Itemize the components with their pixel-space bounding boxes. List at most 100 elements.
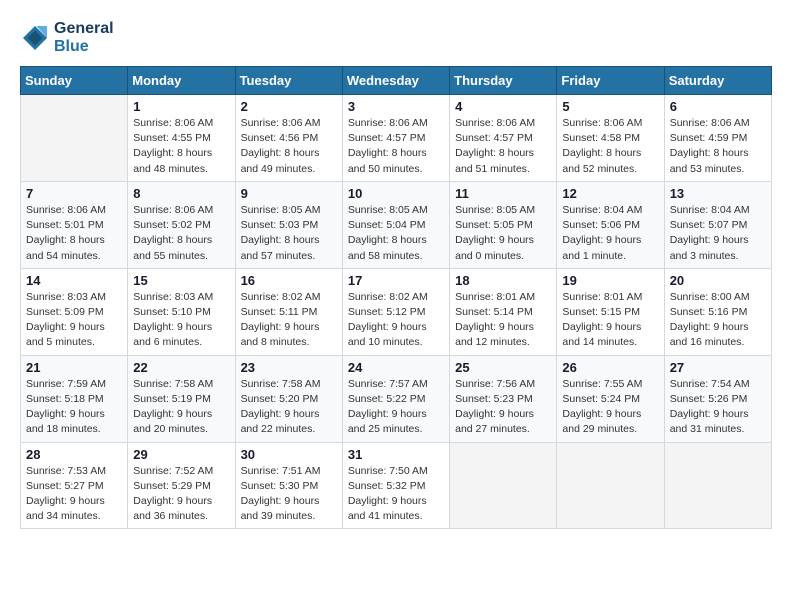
day-info: Sunrise: 8:03 AM Sunset: 5:09 PM Dayligh… <box>26 290 122 351</box>
day-info: Sunrise: 8:06 AM Sunset: 4:56 PM Dayligh… <box>241 116 337 177</box>
day-number: 2 <box>241 99 337 114</box>
day-number: 1 <box>133 99 229 114</box>
calendar-cell: 23 Sunrise: 7:58 AM Sunset: 5:20 PM Dayli… <box>235 355 342 442</box>
day-info: Sunrise: 8:01 AM Sunset: 5:14 PM Dayligh… <box>455 290 551 351</box>
calendar-cell: 27 Sunrise: 7:54 AM Sunset: 5:26 PM Dayli… <box>664 355 771 442</box>
calendar-cell: 30 Sunrise: 7:51 AM Sunset: 5:30 PM Dayli… <box>235 442 342 529</box>
day-number: 25 <box>455 360 551 375</box>
calendar-cell: 25Sunrise: 7:56 AM Sunset: 5:23 PM Dayli… <box>450 355 557 442</box>
day-number: 20 <box>670 273 766 288</box>
day-header-friday: Friday <box>557 67 664 95</box>
day-info: Sunrise: 8:02 AM Sunset: 5:11 PM Dayligh… <box>241 290 337 351</box>
day-number: 17 <box>348 273 444 288</box>
day-number: 16 <box>241 273 337 288</box>
day-number: 23 <box>241 360 337 375</box>
page-header: General Blue <box>20 20 772 56</box>
day-info: Sunrise: 7:50 AM Sunset: 5:32 PM Dayligh… <box>348 464 444 525</box>
day-number: 29 <box>133 447 229 462</box>
day-info: Sunrise: 7:57 AM Sunset: 5:22 PM Dayligh… <box>348 377 444 438</box>
calendar-cell: 6 Sunrise: 8:06 AM Sunset: 4:59 PM Daylig… <box>664 95 771 182</box>
calendar-week-5: 28Sunrise: 7:53 AM Sunset: 5:27 PM Dayli… <box>21 442 772 529</box>
day-header-saturday: Saturday <box>664 67 771 95</box>
calendar-week-3: 14Sunrise: 8:03 AM Sunset: 5:09 PM Dayli… <box>21 268 772 355</box>
calendar-cell: 11 Sunrise: 8:05 AM Sunset: 5:05 PM Dayli… <box>450 181 557 268</box>
day-number: 13 <box>670 186 766 201</box>
calendar-cell: 2 Sunrise: 8:06 AM Sunset: 4:56 PM Daylig… <box>235 95 342 182</box>
day-number: 28 <box>26 447 122 462</box>
calendar-cell: 7 Sunrise: 8:06 AM Sunset: 5:01 PM Daylig… <box>21 181 128 268</box>
day-number: 21 <box>26 360 122 375</box>
calendar-cell <box>557 442 664 529</box>
calendar-body: 1 Sunrise: 8:06 AM Sunset: 4:55 PM Daylig… <box>21 95 772 529</box>
day-info: Sunrise: 8:06 AM Sunset: 4:57 PM Dayligh… <box>348 116 444 177</box>
day-header-sunday: Sunday <box>21 67 128 95</box>
day-info: Sunrise: 8:06 AM Sunset: 5:02 PM Dayligh… <box>133 203 229 264</box>
day-info: Sunrise: 7:58 AM Sunset: 5:19 PM Dayligh… <box>133 377 229 438</box>
day-info: Sunrise: 7:52 AM Sunset: 5:29 PM Dayligh… <box>133 464 229 525</box>
calendar-cell: 3 Sunrise: 8:06 AM Sunset: 4:57 PM Daylig… <box>342 95 449 182</box>
calendar-cell <box>450 442 557 529</box>
calendar-cell: 12Sunrise: 8:04 AM Sunset: 5:06 PM Dayli… <box>557 181 664 268</box>
day-number: 10 <box>348 186 444 201</box>
calendar-cell: 17 Sunrise: 8:02 AM Sunset: 5:12 PM Dayli… <box>342 268 449 355</box>
calendar-week-1: 1 Sunrise: 8:06 AM Sunset: 4:55 PM Daylig… <box>21 95 772 182</box>
calendar-cell: 16 Sunrise: 8:02 AM Sunset: 5:11 PM Dayli… <box>235 268 342 355</box>
calendar-cell <box>664 442 771 529</box>
day-info: Sunrise: 8:05 AM Sunset: 5:04 PM Dayligh… <box>348 203 444 264</box>
day-header-thursday: Thursday <box>450 67 557 95</box>
logo-text: General Blue <box>54 20 114 56</box>
day-number: 19 <box>562 273 658 288</box>
day-number: 9 <box>241 186 337 201</box>
day-info: Sunrise: 8:06 AM Sunset: 4:55 PM Dayligh… <box>133 116 229 177</box>
day-number: 30 <box>241 447 337 462</box>
calendar-cell: 15 Sunrise: 8:03 AM Sunset: 5:10 PM Dayli… <box>128 268 235 355</box>
day-number: 6 <box>670 99 766 114</box>
logo-icon <box>20 23 50 53</box>
day-header-tuesday: Tuesday <box>235 67 342 95</box>
day-info: Sunrise: 8:06 AM Sunset: 4:58 PM Dayligh… <box>562 116 658 177</box>
calendar-cell: 21Sunrise: 7:59 AM Sunset: 5:18 PM Dayli… <box>21 355 128 442</box>
day-info: Sunrise: 8:03 AM Sunset: 5:10 PM Dayligh… <box>133 290 229 351</box>
calendar-cell: 9 Sunrise: 8:05 AM Sunset: 5:03 PM Daylig… <box>235 181 342 268</box>
calendar-cell: 28Sunrise: 7:53 AM Sunset: 5:27 PM Dayli… <box>21 442 128 529</box>
calendar-cell: 24 Sunrise: 7:57 AM Sunset: 5:22 PM Dayli… <box>342 355 449 442</box>
day-info: Sunrise: 7:54 AM Sunset: 5:26 PM Dayligh… <box>670 377 766 438</box>
day-number: 15 <box>133 273 229 288</box>
day-info: Sunrise: 7:51 AM Sunset: 5:30 PM Dayligh… <box>241 464 337 525</box>
day-info: Sunrise: 8:02 AM Sunset: 5:12 PM Dayligh… <box>348 290 444 351</box>
day-info: Sunrise: 8:04 AM Sunset: 5:07 PM Dayligh… <box>670 203 766 264</box>
calendar-cell: 31 Sunrise: 7:50 AM Sunset: 5:32 PM Dayli… <box>342 442 449 529</box>
day-info: Sunrise: 8:06 AM Sunset: 5:01 PM Dayligh… <box>26 203 122 264</box>
day-number: 7 <box>26 186 122 201</box>
day-number: 4 <box>455 99 551 114</box>
calendar-header: SundayMondayTuesdayWednesdayThursdayFrid… <box>21 67 772 95</box>
day-info: Sunrise: 8:00 AM Sunset: 5:16 PM Dayligh… <box>670 290 766 351</box>
day-info: Sunrise: 8:05 AM Sunset: 5:03 PM Dayligh… <box>241 203 337 264</box>
day-number: 8 <box>133 186 229 201</box>
day-number: 31 <box>348 447 444 462</box>
calendar-week-2: 7 Sunrise: 8:06 AM Sunset: 5:01 PM Daylig… <box>21 181 772 268</box>
calendar-cell: 20 Sunrise: 8:00 AM Sunset: 5:16 PM Dayli… <box>664 268 771 355</box>
day-info: Sunrise: 7:58 AM Sunset: 5:20 PM Dayligh… <box>241 377 337 438</box>
day-number: 26 <box>562 360 658 375</box>
calendar-cell <box>21 95 128 182</box>
day-info: Sunrise: 8:05 AM Sunset: 5:05 PM Dayligh… <box>455 203 551 264</box>
day-number: 5 <box>562 99 658 114</box>
calendar-cell: 14Sunrise: 8:03 AM Sunset: 5:09 PM Dayli… <box>21 268 128 355</box>
day-number: 12 <box>562 186 658 201</box>
day-header-monday: Monday <box>128 67 235 95</box>
day-number: 24 <box>348 360 444 375</box>
day-info: Sunrise: 8:01 AM Sunset: 5:15 PM Dayligh… <box>562 290 658 351</box>
calendar-cell: 29 Sunrise: 7:52 AM Sunset: 5:29 PM Dayli… <box>128 442 235 529</box>
day-header-wednesday: Wednesday <box>342 67 449 95</box>
day-number: 27 <box>670 360 766 375</box>
day-number: 3 <box>348 99 444 114</box>
day-info: Sunrise: 7:55 AM Sunset: 5:24 PM Dayligh… <box>562 377 658 438</box>
day-info: Sunrise: 8:06 AM Sunset: 4:57 PM Dayligh… <box>455 116 551 177</box>
day-info: Sunrise: 8:06 AM Sunset: 4:59 PM Dayligh… <box>670 116 766 177</box>
day-number: 11 <box>455 186 551 201</box>
calendar-cell: 19 Sunrise: 8:01 AM Sunset: 5:15 PM Dayli… <box>557 268 664 355</box>
calendar-table: SundayMondayTuesdayWednesdayThursdayFrid… <box>20 66 772 529</box>
calendar-cell: 13 Sunrise: 8:04 AM Sunset: 5:07 PM Dayli… <box>664 181 771 268</box>
calendar-cell: 10 Sunrise: 8:05 AM Sunset: 5:04 PM Dayli… <box>342 181 449 268</box>
